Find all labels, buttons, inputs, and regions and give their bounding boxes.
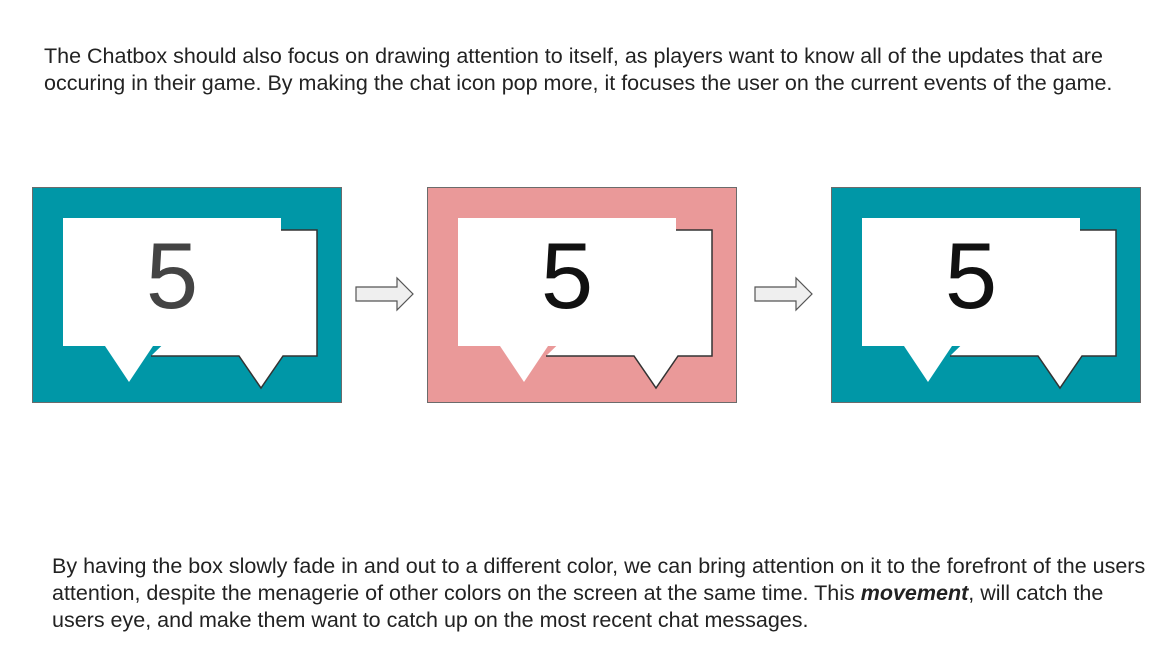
chat-count: 5: [540, 223, 594, 328]
emphasis-movement: movement: [860, 580, 969, 605]
chat-frame-1: 5: [32, 187, 342, 403]
chat-frame-3: 5: [831, 187, 1141, 403]
outro-paragraph: By having the box slowly fade in and out…: [52, 553, 1152, 634]
chat-count: 5: [944, 223, 998, 328]
chat-count: 5: [145, 223, 199, 328]
chat-frame-2: 5: [427, 187, 737, 403]
arrow-right-icon: [754, 276, 813, 312]
intro-paragraph: The Chatbox should also focus on drawing…: [44, 43, 1113, 95]
arrow-right-icon: [355, 276, 414, 312]
